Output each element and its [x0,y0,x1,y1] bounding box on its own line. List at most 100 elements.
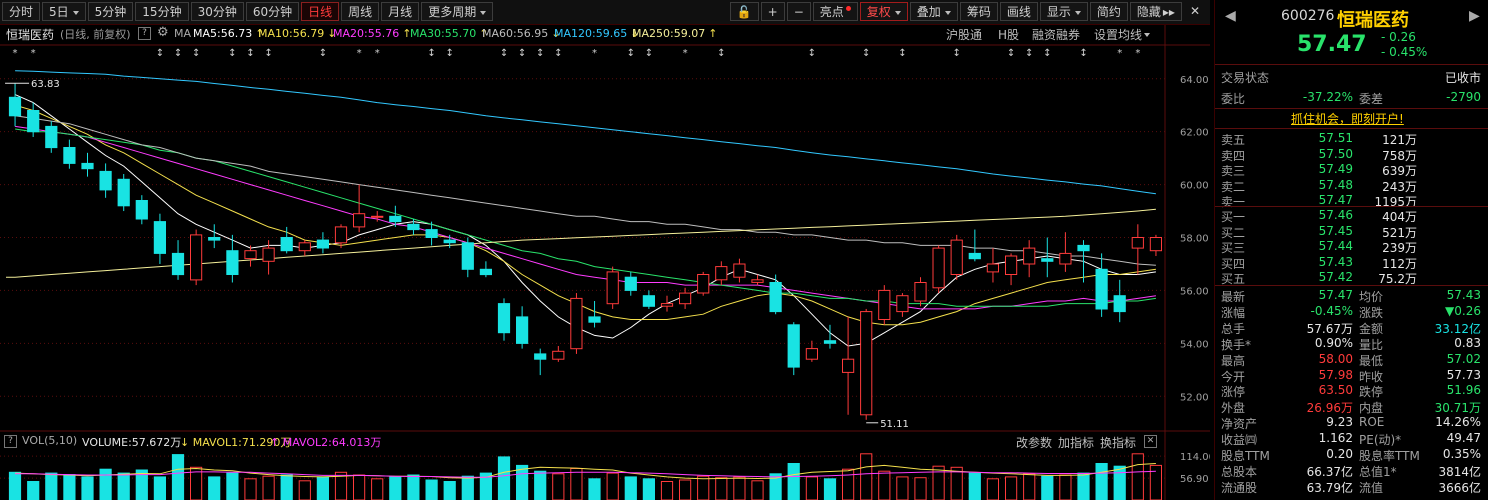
volume-bar[interactable] [117,472,130,500]
volume-bar[interactable] [516,464,529,500]
event-marker-icon[interactable]: ↕ [264,48,272,59]
candle[interactable] [552,345,565,362]
asks-row[interactable]: 卖四 57.50 758万 [1215,147,1488,163]
volume-bar[interactable] [316,476,329,500]
volume-bar[interactable] [371,478,384,500]
candle[interactable] [516,306,529,349]
volume-bar[interactable] [1005,476,1018,500]
candle[interactable] [860,308,873,420]
candle[interactable] [733,258,746,283]
event-marker-icon[interactable]: * [1135,48,1140,59]
event-marker-icon[interactable]: ↕ [645,48,653,59]
volume-bar[interactable] [552,473,565,500]
asks-row[interactable]: 卖三 57.49 639万 [1215,162,1488,178]
volume-bar[interactable] [1077,472,1090,500]
candle[interactable] [407,218,420,235]
volume-bar[interactable] [1041,475,1054,500]
volume-bar[interactable] [280,474,293,500]
volume-bar[interactable] [932,465,945,500]
candle[interactable] [153,213,167,264]
prev-stock-icon[interactable]: ◀ [1225,8,1236,24]
volume-bar[interactable] [1059,474,1072,500]
event-marker-icon[interactable]: ↕ [500,48,508,59]
next-stock-icon[interactable]: ▶ [1469,8,1480,24]
volume-bar[interactable] [497,456,511,500]
event-marker-icon[interactable]: * [592,48,597,59]
candle[interactable] [190,229,203,286]
candle[interactable] [208,224,221,249]
volume-bar[interactable] [733,476,746,500]
candle[interactable] [171,240,185,280]
candle[interactable] [1023,240,1036,278]
candle[interactable] [950,234,963,280]
event-marker-icon[interactable]: ↕ [808,48,816,59]
candle[interactable] [497,298,511,341]
candle[interactable] [606,266,619,309]
volume-bar[interactable] [606,472,619,500]
volume-bar[interactable] [262,475,275,500]
volume-bar[interactable] [298,480,311,500]
asks-row[interactable]: 卖二 57.48 243万 [1215,178,1488,194]
asks-row[interactable]: 卖五 57.51 121万 [1215,131,1488,147]
candle[interactable] [679,287,692,309]
volume-bar[interactable] [787,463,800,500]
event-marker-icon[interactable]: ↕ [192,48,200,59]
volume-bar[interactable] [842,468,855,500]
candle[interactable] [461,237,474,278]
volume-bar[interactable] [715,477,728,500]
candle[interactable] [27,102,40,137]
volume-bar[interactable] [443,481,456,500]
event-marker-icon[interactable]: * [357,48,362,59]
candle[interactable] [842,316,855,415]
candle[interactable] [353,184,366,233]
volume-bar[interactable] [860,453,873,500]
candle[interactable] [534,348,547,376]
volume-bar[interactable] [81,476,94,500]
volume-bar[interactable] [8,471,22,500]
event-marker-icon[interactable]: * [13,48,18,59]
event-marker-icon[interactable]: ↕ [1043,48,1051,59]
volume-bar[interactable] [389,476,402,500]
volume-bar[interactable] [1095,463,1108,500]
event-marker-icon[interactable]: ↕ [427,48,435,59]
candle[interactable] [715,261,728,286]
event-marker-icon[interactable]: ↕ [554,48,562,59]
candlestick-chart[interactable]: 64.00 62.00 60.00 58.00 56.00 54.00 52.00 * * ↕ ↕ ↕… [0,0,1210,500]
event-marker-icon[interactable]: ↕ [319,48,327,59]
volume-bar[interactable] [1131,453,1144,500]
candle[interactable] [1041,237,1054,278]
event-marker-icon[interactable]: * [1117,48,1122,59]
candle[interactable] [63,139,76,169]
candle[interactable] [1131,224,1144,275]
volume-bar[interactable] [99,468,112,500]
event-marker-icon[interactable]: ↕ [445,48,453,59]
candle[interactable] [968,229,981,262]
candle[interactable] [298,240,311,257]
event-marker-icon[interactable]: ↕ [1007,48,1015,59]
candle[interactable] [1095,253,1108,317]
volume-bar[interactable] [660,481,674,500]
candle[interactable] [805,340,818,362]
event-marker-icon[interactable]: * [375,48,380,59]
candle[interactable] [1059,232,1072,272]
event-marker-icon[interactable]: ↕ [156,48,164,59]
candle[interactable] [878,285,891,325]
volume-bar[interactable] [823,478,837,500]
event-marker-icon[interactable]: ↕ [953,48,961,59]
volume-bar[interactable] [461,475,474,500]
event-marker-icon[interactable]: ↕ [174,48,182,59]
volume-bar[interactable] [1113,465,1126,500]
event-marker-icon[interactable]: ↕ [518,48,526,59]
candle[interactable] [624,271,637,296]
volume-bar[interactable] [624,476,637,500]
volume-bar[interactable] [534,470,547,500]
candle[interactable] [244,245,257,267]
candle[interactable] [769,274,782,315]
volume-bar[interactable] [570,468,583,500]
volume-bar[interactable] [1023,473,1036,500]
candle[interactable] [914,277,927,307]
event-marker-icon[interactable]: ↕ [536,48,544,59]
volume-bar[interactable] [1149,464,1163,500]
vol-link-2[interactable]: 换指标 [1100,434,1136,451]
event-marker-icon[interactable]: ↕ [717,48,725,59]
